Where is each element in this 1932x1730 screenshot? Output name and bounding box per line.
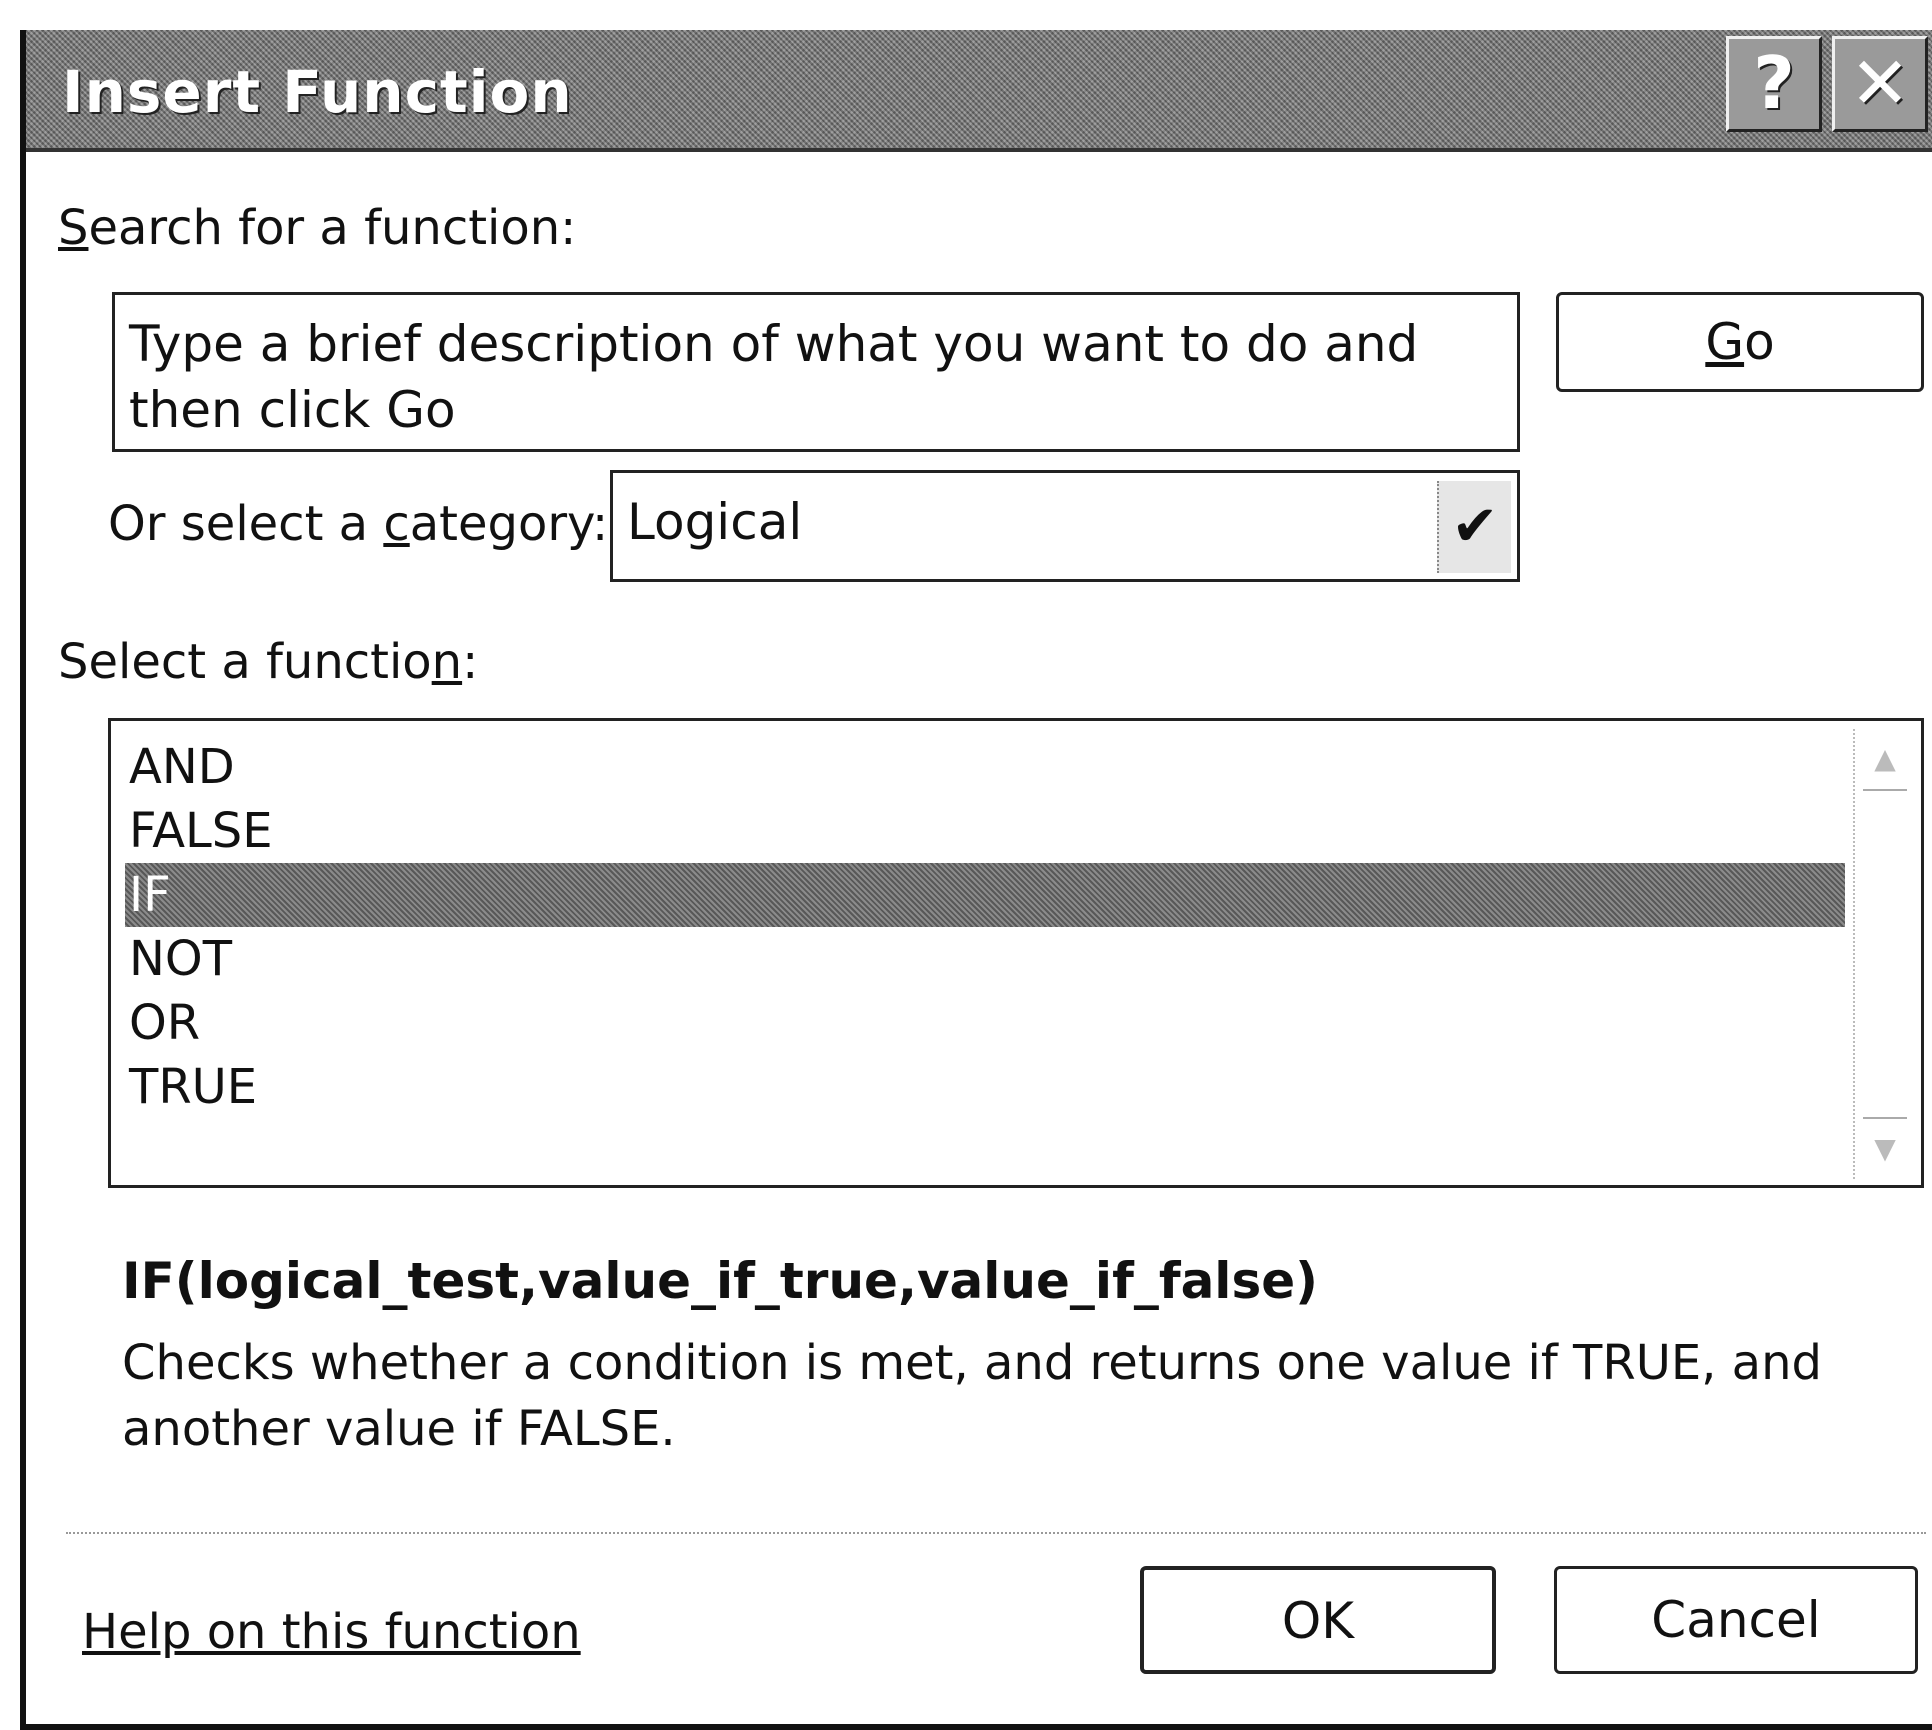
scroll-down-icon[interactable]: ▼ [1863, 1117, 1907, 1179]
go-button-text: o [1744, 313, 1775, 371]
category-selected-value: Logical [627, 493, 803, 551]
help-icon[interactable]: ? [1726, 36, 1822, 132]
category-label: Or select a category: [108, 496, 608, 552]
insert-function-dialog: Insert Function ? ✕ Search for a functio… [20, 30, 1932, 1730]
help-on-function-link[interactable]: Help on this function [82, 1604, 581, 1660]
function-list-label: Select a function: [58, 634, 478, 690]
category-dropdown[interactable]: Logical ✔ [610, 470, 1520, 582]
function-list-label-pre: Select a functio [58, 634, 432, 690]
function-item-true[interactable]: TRUE [125, 1055, 1845, 1119]
search-label-accel: S [58, 200, 89, 256]
function-item-or[interactable]: OR [125, 991, 1845, 1055]
search-label-text: earch for a function: [88, 200, 577, 256]
list-scrollbar[interactable]: ▲ ▼ [1853, 729, 1915, 1179]
function-description: Checks whether a condition is met, and r… [122, 1335, 1822, 1457]
search-label: Search for a function: [58, 200, 576, 256]
function-listbox[interactable]: AND FALSE IF NOT OR TRUE ▲ ▼ [108, 718, 1924, 1188]
function-list-label-post: : [462, 634, 479, 690]
function-item-if[interactable]: IF [125, 863, 1845, 927]
close-icon[interactable]: ✕ [1832, 36, 1928, 132]
function-item-false[interactable]: FALSE [125, 799, 1845, 863]
function-item-not[interactable]: NOT [125, 927, 1845, 991]
go-button[interactable]: Go [1556, 292, 1924, 392]
function-item-and[interactable]: AND [125, 735, 1845, 799]
cancel-button[interactable]: Cancel [1554, 1566, 1918, 1674]
category-label-post: ategory: [409, 496, 609, 552]
chevron-down-icon[interactable]: ✔ [1437, 481, 1511, 573]
category-label-pre: Or select a [108, 496, 384, 552]
go-button-accel: G [1705, 313, 1745, 371]
function-list-label-accel: n [431, 634, 463, 690]
function-signature: IF(logical_test,value_if_true,value_if_f… [122, 1252, 1318, 1310]
title-bar: Insert Function ? ✕ [26, 30, 1932, 152]
footer-divider [66, 1532, 1926, 1534]
dialog-title: Insert Function [62, 58, 573, 126]
search-input[interactable]: Type a brief description of what you wan… [112, 292, 1520, 452]
scroll-up-icon[interactable]: ▲ [1863, 729, 1907, 791]
category-label-accel: c [383, 496, 410, 552]
ok-button[interactable]: OK [1140, 1566, 1496, 1674]
